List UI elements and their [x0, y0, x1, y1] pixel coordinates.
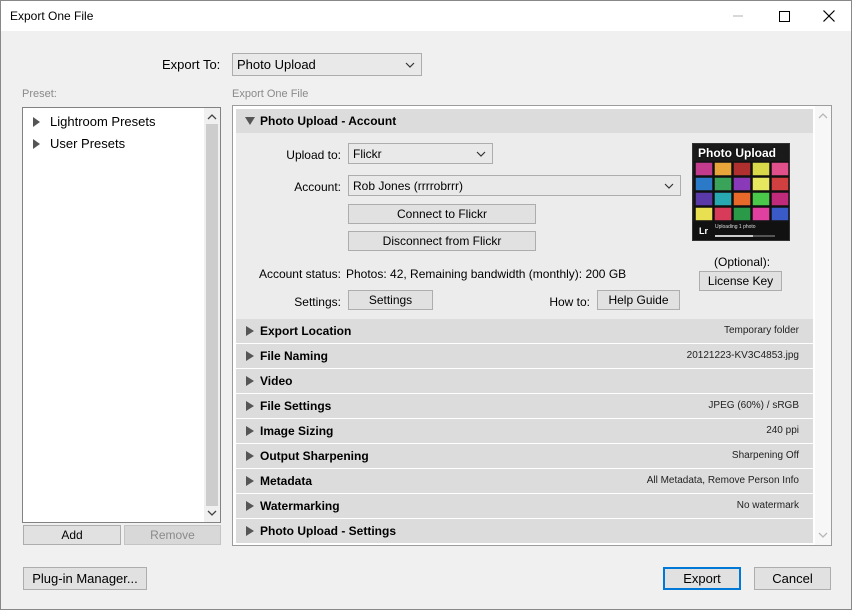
section-title: Photo Upload - Account — [260, 114, 397, 128]
section-title: File Naming — [260, 349, 329, 363]
expand-triangle-icon — [246, 476, 254, 486]
expand-triangle-icon — [246, 376, 254, 386]
tree-item-label: Lightroom Presets — [50, 114, 156, 129]
account-select[interactable]: Rob Jones (rrrrobrrr) — [348, 175, 681, 196]
section-title: File Settings — [260, 399, 332, 413]
section-title: Watermarking — [260, 499, 340, 513]
upload-to-value: Flickr — [353, 146, 382, 161]
remove-preset-button[interactable]: Remove — [124, 525, 221, 545]
scroll-down-icon[interactable] — [207, 508, 217, 518]
section-summary: 240 ppi — [766, 425, 799, 436]
chevron-down-icon — [405, 62, 415, 68]
section-title: Metadata — [260, 474, 313, 488]
main-section-label: Export One File — [232, 88, 309, 100]
preset-tree: Lightroom Presets User Presets — [22, 107, 221, 523]
close-icon — [823, 10, 835, 22]
section-header-video[interactable]: Video — [236, 369, 813, 393]
section-summary: All Metadata, Remove Person Info — [646, 475, 799, 486]
preset-scrollbar[interactable] — [204, 108, 220, 522]
expand-triangle-icon — [246, 426, 254, 436]
section-header-watermarking[interactable]: Watermarking No watermark — [236, 494, 813, 518]
section-header-metadata[interactable]: Metadata All Metadata, Remove Person Inf… — [236, 469, 813, 493]
expand-triangle-icon — [246, 351, 254, 361]
export-to-value: Photo Upload — [237, 57, 316, 72]
section-summary: Sharpening Off — [731, 450, 799, 461]
scroll-thumb[interactable] — [206, 124, 218, 506]
title-bar: Export One File — [1, 1, 851, 31]
expand-triangle-icon — [246, 326, 254, 336]
account-section-body: Upload to: Flickr Account: Rob Jones (rr… — [236, 133, 813, 319]
minimize-button[interactable] — [715, 1, 761, 31]
chevron-down-icon — [476, 151, 486, 157]
section-summary: JPEG (60%) / sRGB — [708, 400, 799, 411]
expand-triangle-icon — [33, 138, 40, 149]
preset-section-label: Preset: — [22, 88, 57, 100]
export-to-select[interactable]: Photo Upload — [232, 53, 422, 76]
account-status-value: Photos: 42, Remaining bandwidth (monthly… — [346, 267, 627, 281]
maximize-button[interactable] — [761, 1, 807, 31]
settings-label: Settings: — [294, 295, 341, 309]
section-header-image-sizing[interactable]: Image Sizing 240 ppi — [236, 419, 813, 443]
account-status-label: Account status: — [258, 267, 341, 281]
export-dialog: Export One File Export To: Photo Upload … — [0, 0, 852, 610]
account-label: Account: — [294, 180, 341, 194]
connect-to-flickr-button[interactable]: Connect to Flickr — [348, 204, 536, 224]
maximize-icon — [778, 10, 790, 22]
settings-button[interactable]: Settings — [348, 290, 433, 310]
section-header-photo-upload-account[interactable]: Photo Upload - Account — [236, 109, 813, 133]
main-scrollbar[interactable] — [815, 106, 831, 545]
expand-triangle-icon — [246, 401, 254, 411]
close-button[interactable] — [806, 1, 852, 31]
scroll-down-icon[interactable] — [818, 530, 828, 540]
upload-to-label: Upload to: — [286, 148, 341, 162]
section-summary: 20121223-KV3C4853.jpg — [686, 350, 799, 361]
how-to-label: How to: — [549, 295, 590, 309]
tree-item-user-presets[interactable]: User Presets — [33, 136, 125, 151]
scroll-up-icon[interactable] — [207, 112, 217, 122]
section-header-file-naming[interactable]: File Naming 20121223-KV3C4853.jpg — [236, 344, 813, 368]
thumbnail-caption: Uploading 1 photo — [715, 224, 756, 230]
section-summary: No watermark — [736, 500, 799, 511]
expand-triangle-icon — [246, 501, 254, 511]
tree-item-lightroom-presets[interactable]: Lightroom Presets — [33, 114, 156, 129]
upload-to-select[interactable]: Flickr — [348, 143, 493, 164]
section-summary: Temporary folder — [723, 325, 799, 336]
optional-label: (Optional): — [714, 255, 771, 269]
section-header-photo-upload-settings[interactable]: Photo Upload - Settings — [236, 519, 813, 543]
account-value: Rob Jones (rrrrobrrr) — [353, 178, 464, 193]
expand-triangle-icon — [246, 526, 254, 536]
section-header-export-location[interactable]: Export Location Temporary folder — [236, 319, 813, 343]
plugin-thumbnail: Photo Upload Lr Uploading 1 photo — [692, 143, 790, 241]
thumbnail-title: Photo Upload — [698, 146, 776, 160]
section-title: Video — [260, 374, 293, 388]
section-header-output-sharpening[interactable]: Output Sharpening Sharpening Off — [236, 444, 813, 468]
license-key-button[interactable]: License Key — [699, 271, 782, 291]
export-to-label: Export To: — [162, 57, 221, 72]
expand-triangle-icon — [33, 116, 40, 127]
export-button[interactable]: Export — [663, 567, 741, 590]
scroll-up-icon[interactable] — [818, 111, 828, 121]
minimize-icon — [733, 15, 743, 17]
cancel-button[interactable]: Cancel — [754, 567, 831, 590]
tree-item-label: User Presets — [50, 136, 126, 151]
lightroom-logo: Lr — [699, 226, 708, 236]
plugin-manager-button[interactable]: Plug-in Manager... — [23, 567, 147, 590]
disconnect-from-flickr-button[interactable]: Disconnect from Flickr — [348, 231, 536, 251]
section-title: Image Sizing — [260, 424, 334, 438]
section-title: Photo Upload - Settings — [260, 524, 396, 538]
collapse-triangle-icon — [245, 117, 255, 125]
section-title: Export Location — [260, 324, 352, 338]
add-preset-button[interactable]: Add — [23, 525, 121, 545]
expand-triangle-icon — [246, 451, 254, 461]
window-title: Export One File — [10, 9, 94, 23]
help-guide-button[interactable]: Help Guide — [597, 290, 680, 310]
section-title: Output Sharpening — [260, 449, 369, 463]
export-settings-panel: Photo Upload - Account Upload to: Flickr… — [232, 105, 832, 546]
chevron-down-icon — [664, 183, 674, 189]
section-header-file-settings[interactable]: File Settings JPEG (60%) / sRGB — [236, 394, 813, 418]
